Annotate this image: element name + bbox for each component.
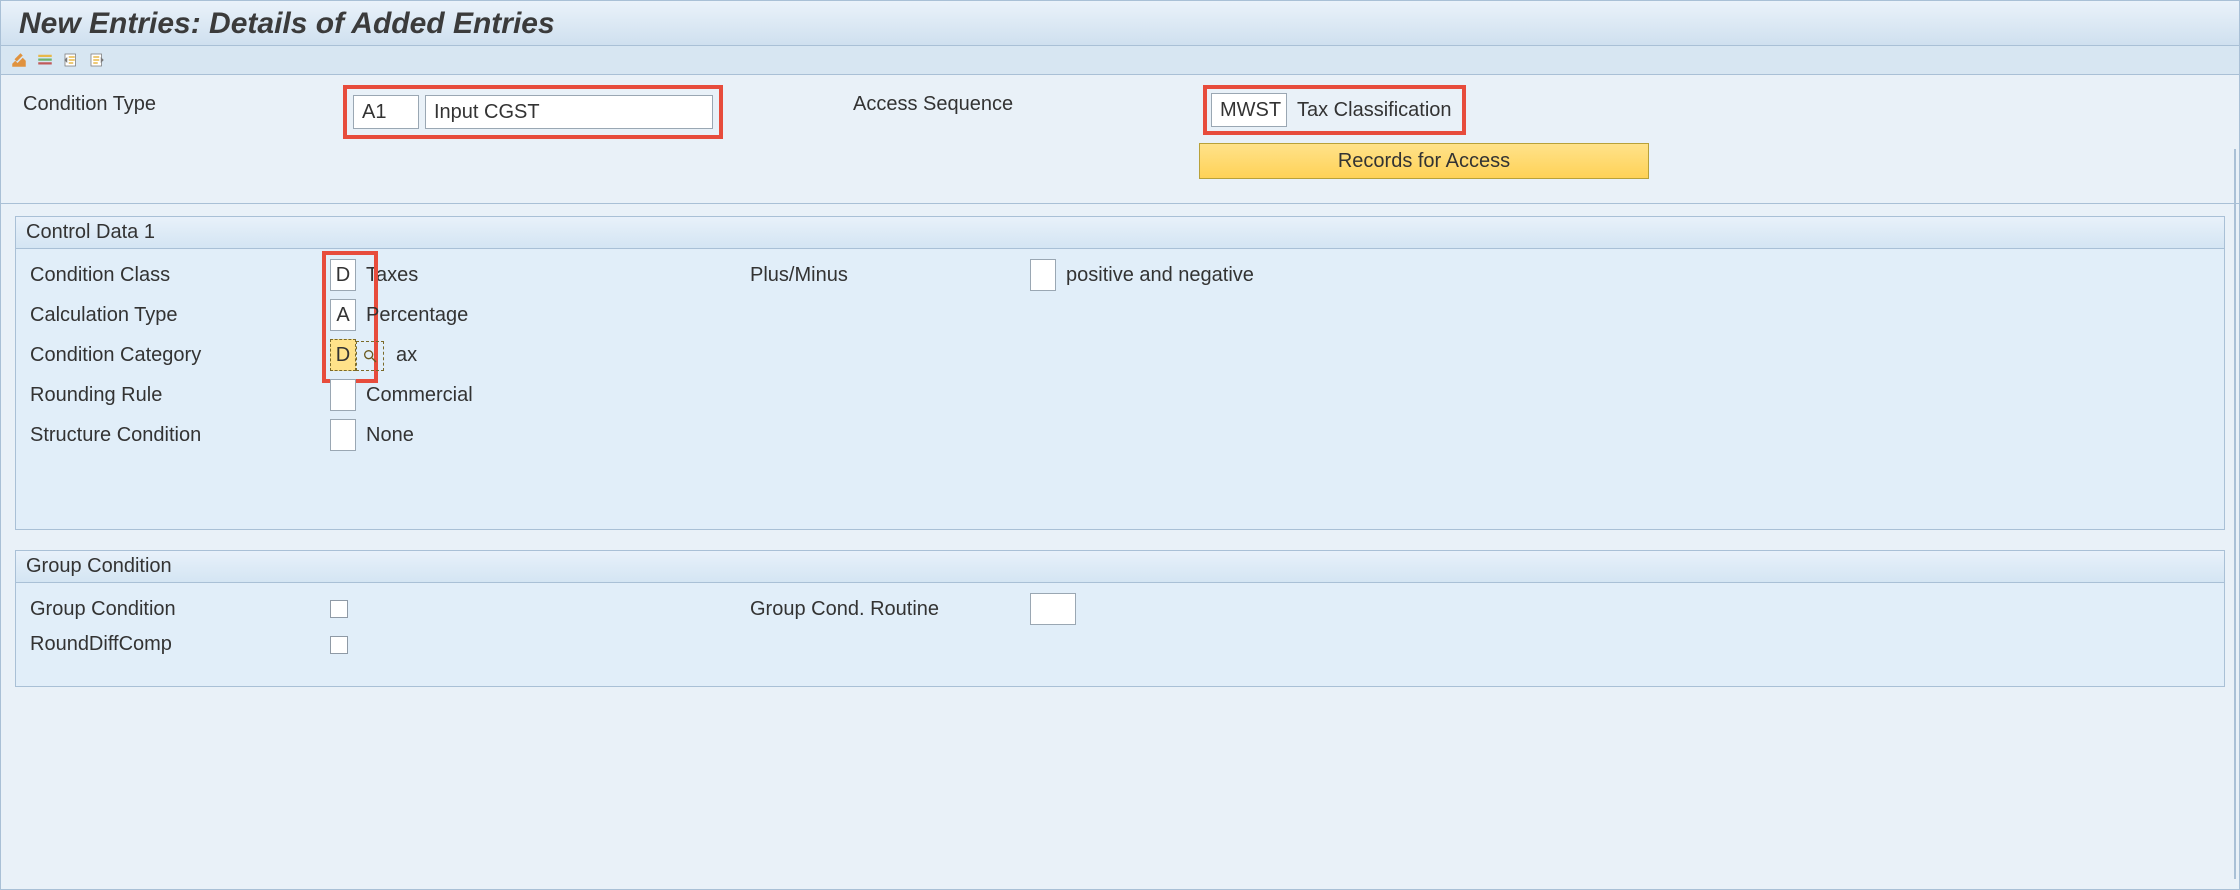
condition-class-code-input[interactable]: D: [330, 259, 356, 291]
structure-condition-code-input[interactable]: [330, 419, 356, 451]
toolbar: [1, 46, 2239, 75]
f4-search-help-icon[interactable]: [356, 341, 384, 371]
group-cond-routine-label: Group Cond. Routine: [750, 598, 1030, 621]
access-sequence-group: MWST Tax Classification: [1203, 85, 1466, 135]
condition-type-group: A1 Input CGST: [343, 85, 723, 139]
condition-category-label: Condition Category: [30, 344, 330, 367]
delimit-icon[interactable]: [35, 50, 55, 70]
structure-condition-desc: None: [366, 424, 414, 447]
calculation-type-code-input[interactable]: A: [330, 299, 356, 331]
rounding-rule-label: Rounding Rule: [30, 384, 330, 407]
rounding-rule-code-input[interactable]: [330, 379, 356, 411]
next-entry-icon[interactable]: [87, 50, 107, 70]
plus-minus-label: Plus/Minus: [750, 264, 1030, 287]
round-diff-comp-label: RoundDiffComp: [30, 633, 330, 656]
structure-condition-label: Structure Condition: [30, 424, 330, 447]
calculation-type-label: Calculation Type: [30, 304, 330, 327]
condition-category-code-input[interactable]: D: [330, 339, 356, 371]
toggle-edit-icon[interactable]: [9, 50, 29, 70]
condition-type-code-input[interactable]: A1: [353, 95, 419, 129]
right-separator: [2234, 149, 2236, 879]
group-condition-header: Group Condition: [16, 551, 2224, 583]
condition-category-desc: ax: [396, 344, 417, 367]
round-diff-comp-checkbox[interactable]: [330, 636, 348, 654]
plus-minus-code-input[interactable]: [1030, 259, 1056, 291]
access-sequence-label: Access Sequence: [813, 93, 1183, 116]
records-for-access-button[interactable]: Records for Access: [1199, 143, 1649, 179]
access-sequence-code-input[interactable]: MWST: [1211, 93, 1287, 127]
rounding-rule-desc: Commercial: [366, 384, 473, 407]
condition-type-desc-input[interactable]: Input CGST: [425, 95, 713, 129]
control-data-1-section: Control Data 1 Condition Class D Taxes P…: [15, 216, 2225, 530]
plus-minus-desc: positive and negative: [1066, 264, 1254, 287]
condition-type-label: Condition Type: [23, 93, 323, 116]
group-condition-section: Group Condition Group Condition Group Co…: [15, 550, 2225, 687]
calculation-type-desc: Percentage: [366, 304, 468, 327]
group-cond-routine-input[interactable]: [1030, 593, 1076, 625]
access-sequence-desc: Tax Classification: [1291, 93, 1458, 127]
condition-class-label: Condition Class: [30, 264, 330, 287]
condition-class-desc: Taxes: [366, 264, 418, 287]
previous-entry-icon[interactable]: [61, 50, 81, 70]
control-data-1-header: Control Data 1: [16, 217, 2224, 249]
group-condition-label: Group Condition: [30, 598, 330, 621]
header-area: Condition Type A1 Input CGST Access Sequ…: [1, 75, 2239, 204]
page-title: New Entries: Details of Added Entries: [1, 1, 2239, 46]
group-condition-checkbox[interactable]: [330, 600, 348, 618]
